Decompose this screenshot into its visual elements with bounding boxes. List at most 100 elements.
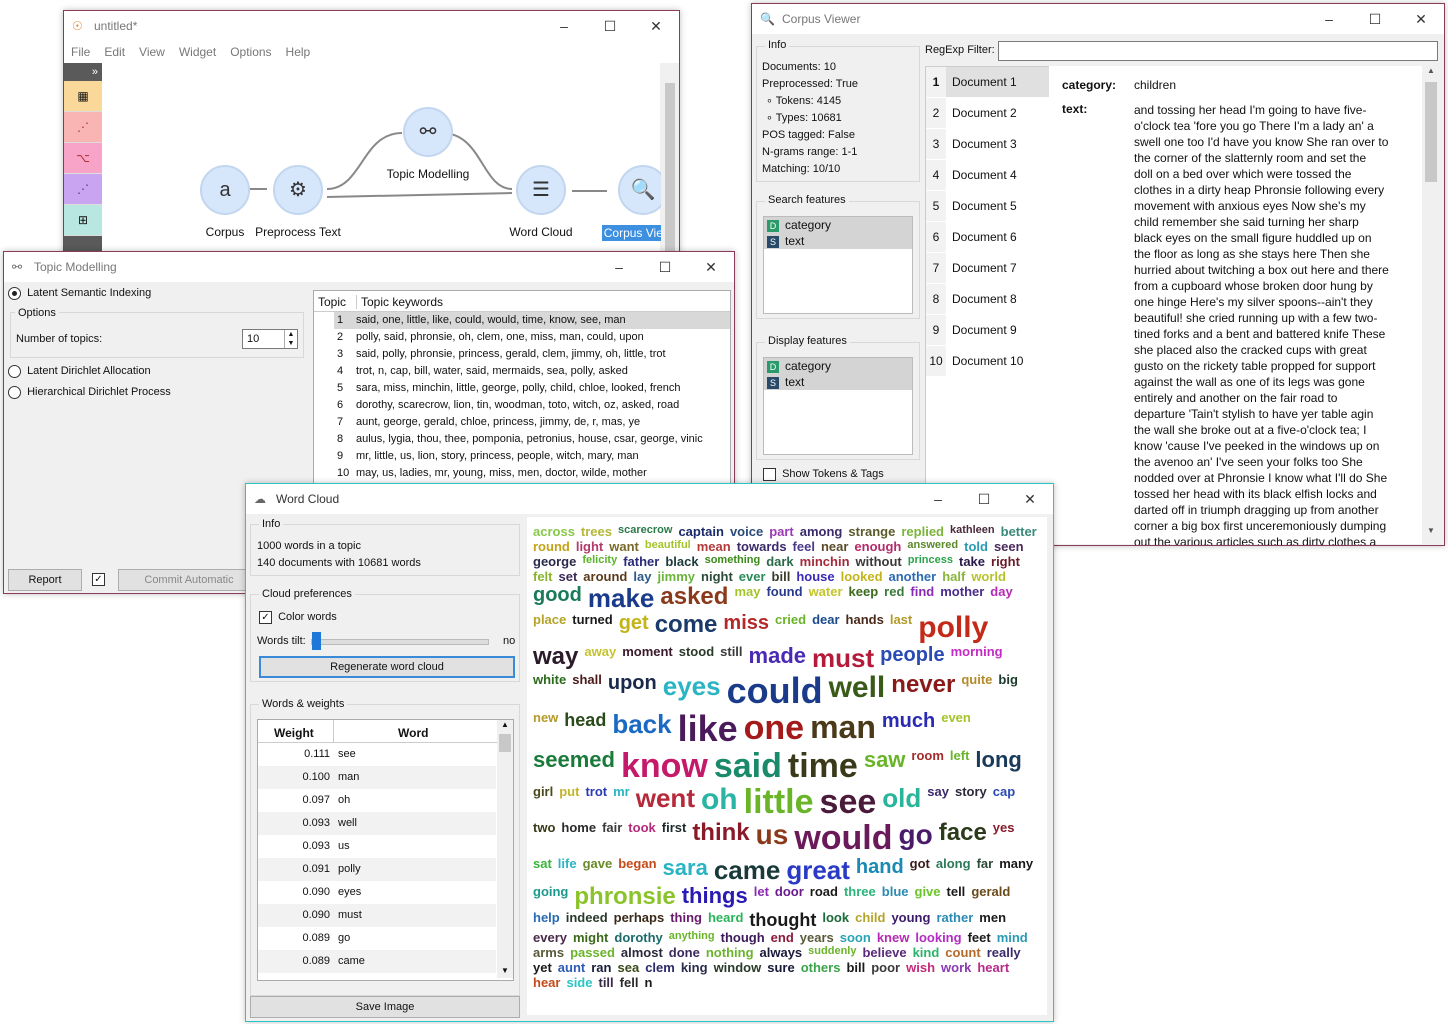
weight-row[interactable]: 0.093 us	[258, 835, 496, 858]
weights-table[interactable]: Weight Word 0.111 see 0.100 man 0.097 oh 0.093…	[257, 719, 514, 981]
cloud-word[interactable]: stood	[679, 645, 714, 658]
cloud-word[interactable]: found	[766, 585, 802, 598]
feature-text[interactable]: Stext	[764, 233, 912, 249]
cloud-word[interactable]: half	[942, 570, 965, 583]
cloud-word[interactable]: door	[775, 885, 804, 898]
weight-row[interactable]: 0.097 oh	[258, 789, 496, 812]
cloud-word[interactable]: polly	[918, 613, 988, 643]
model-category-icon[interactable]: ⌥	[64, 143, 102, 174]
cloud-word[interactable]: along	[936, 857, 971, 870]
cloud-word[interactable]: far	[977, 857, 994, 870]
cloud-word[interactable]: others	[801, 961, 841, 974]
data-category-icon[interactable]: ▦	[64, 81, 102, 112]
cloud-word[interactable]: know	[621, 749, 708, 783]
cloud-word[interactable]: enough	[854, 540, 901, 553]
cloud-word[interactable]: story	[955, 785, 987, 798]
cloud-word[interactable]: people	[880, 645, 944, 665]
maximize-icon[interactable]: ☐	[961, 484, 1007, 514]
cloud-word[interactable]: nothing	[706, 946, 754, 959]
cloud-word[interactable]: yet	[533, 961, 552, 974]
cloud-word[interactable]: get	[619, 613, 649, 633]
cloud-word[interactable]: scarecrow	[618, 525, 672, 536]
cloud-word[interactable]: gave	[583, 857, 613, 870]
hdp-option[interactable]: Hierarchical Dirichlet Process	[8, 386, 171, 399]
cloud-word[interactable]: day	[990, 585, 1012, 598]
cloud-word[interactable]: big	[998, 673, 1018, 686]
minimize-icon[interactable]: –	[541, 11, 587, 41]
topic-row[interactable]: 3 said, polly, phronsie, princess, gerald…	[334, 346, 730, 363]
cloud-word[interactable]: princess	[908, 555, 953, 566]
minimize-icon[interactable]: –	[1306, 4, 1352, 34]
cloud-word[interactable]: world	[971, 570, 1006, 583]
cloud-word[interactable]: trees	[581, 525, 612, 538]
lda-option[interactable]: Latent Dirichlet Allocation	[8, 365, 151, 378]
cloud-word[interactable]: us	[756, 821, 789, 849]
cloud-word[interactable]: back	[612, 711, 671, 737]
cloud-word[interactable]: thought	[749, 911, 816, 929]
cloud-word[interactable]: things	[682, 885, 748, 907]
cloud-word[interactable]: seemed	[533, 749, 615, 771]
topic-row[interactable]: 10 may, us, ladies, mr, young, miss, men,…	[334, 465, 730, 482]
cloud-word[interactable]: gerald	[971, 885, 1010, 898]
cloud-word[interactable]: put	[559, 785, 579, 798]
cloud-word[interactable]: mean	[697, 540, 731, 553]
cloud-word[interactable]: go	[899, 821, 933, 849]
cloud-word[interactable]: yes	[993, 821, 1015, 834]
cloud-word[interactable]: little	[744, 785, 814, 819]
cloud-word[interactable]: well	[829, 673, 886, 703]
cloud-word[interactable]: hands	[846, 613, 884, 626]
cloud-word[interactable]: place	[533, 613, 566, 626]
cloud-word[interactable]: father	[623, 555, 659, 568]
num-topics-spinbox[interactable]: 10 ▲ ▼	[242, 329, 298, 349]
cloud-word[interactable]: minchin	[800, 555, 850, 568]
cloud-word[interactable]: mr	[613, 785, 630, 798]
cloud-word[interactable]: hear	[533, 976, 560, 989]
menu-widget[interactable]: Widget	[172, 41, 223, 63]
cloud-word[interactable]: window	[714, 961, 762, 974]
cloud-word[interactable]: always	[760, 946, 803, 959]
close-icon[interactable]: ✕	[1007, 484, 1053, 514]
weight-row[interactable]: 0.093 well	[258, 812, 496, 835]
header-word[interactable]: Word	[398, 726, 428, 740]
menu-file[interactable]: File	[64, 41, 97, 63]
cloud-word[interactable]: tell	[947, 885, 966, 898]
cloud-word[interactable]: part	[769, 525, 794, 538]
color-words-checkbox[interactable]: ✓ Color words	[259, 611, 337, 624]
cloud-word[interactable]: room	[911, 749, 944, 762]
cloud-word[interactable]: night	[701, 570, 733, 583]
unsupervised-category-icon[interactable]: ⊞	[64, 205, 102, 236]
cloud-word[interactable]: morning	[951, 645, 1003, 658]
cloud-word[interactable]: moment	[622, 645, 673, 658]
cloud-word[interactable]: still	[720, 645, 742, 658]
content-scrollbar[interactable]: ▲ ▼	[1422, 66, 1440, 544]
cloud-word[interactable]: time	[788, 749, 858, 783]
cloud-word[interactable]: perhaps	[614, 911, 665, 924]
cloud-word[interactable]: near	[821, 540, 848, 553]
cloud-word[interactable]: seen	[994, 540, 1024, 553]
cloud-word[interactable]: mind	[997, 931, 1028, 944]
cloud-word[interactable]: came	[714, 857, 781, 883]
table-scrollbar[interactable]: ▲ ▼	[497, 720, 513, 978]
menu-help[interactable]: Help	[279, 41, 318, 63]
topic-row[interactable]: 9 mr, little, us, lion, story, princess, …	[334, 448, 730, 465]
cloud-word[interactable]: cap	[993, 785, 1015, 798]
cloud-word[interactable]: every	[533, 931, 567, 944]
cloud-word[interactable]: answered	[907, 540, 958, 551]
weight-row[interactable]: 0.089 came	[258, 950, 496, 973]
cloud-word[interactable]: cried	[775, 613, 806, 626]
cloud-word[interactable]: much	[882, 711, 935, 731]
weight-row[interactable]: 0.100 man	[258, 766, 496, 789]
cloud-word[interactable]: without	[856, 555, 902, 568]
cloud-word[interactable]: look	[822, 911, 849, 924]
cloud-word[interactable]: new	[533, 711, 558, 724]
cloud-word[interactable]: thing	[670, 911, 702, 924]
document-row[interactable]: 4 Document 4	[926, 160, 1049, 191]
cloud-word[interactable]: bill	[772, 570, 791, 583]
cloud-word[interactable]: dorothy	[614, 931, 662, 944]
cloud-word[interactable]: eyes	[663, 673, 721, 699]
cloud-word[interactable]: like	[678, 711, 738, 747]
cloud-word[interactable]: face	[939, 821, 987, 845]
document-row[interactable]: 6 Document 6	[926, 222, 1049, 253]
cloud-word[interactable]: going	[533, 885, 568, 898]
cloud-word[interactable]: home	[561, 821, 596, 834]
